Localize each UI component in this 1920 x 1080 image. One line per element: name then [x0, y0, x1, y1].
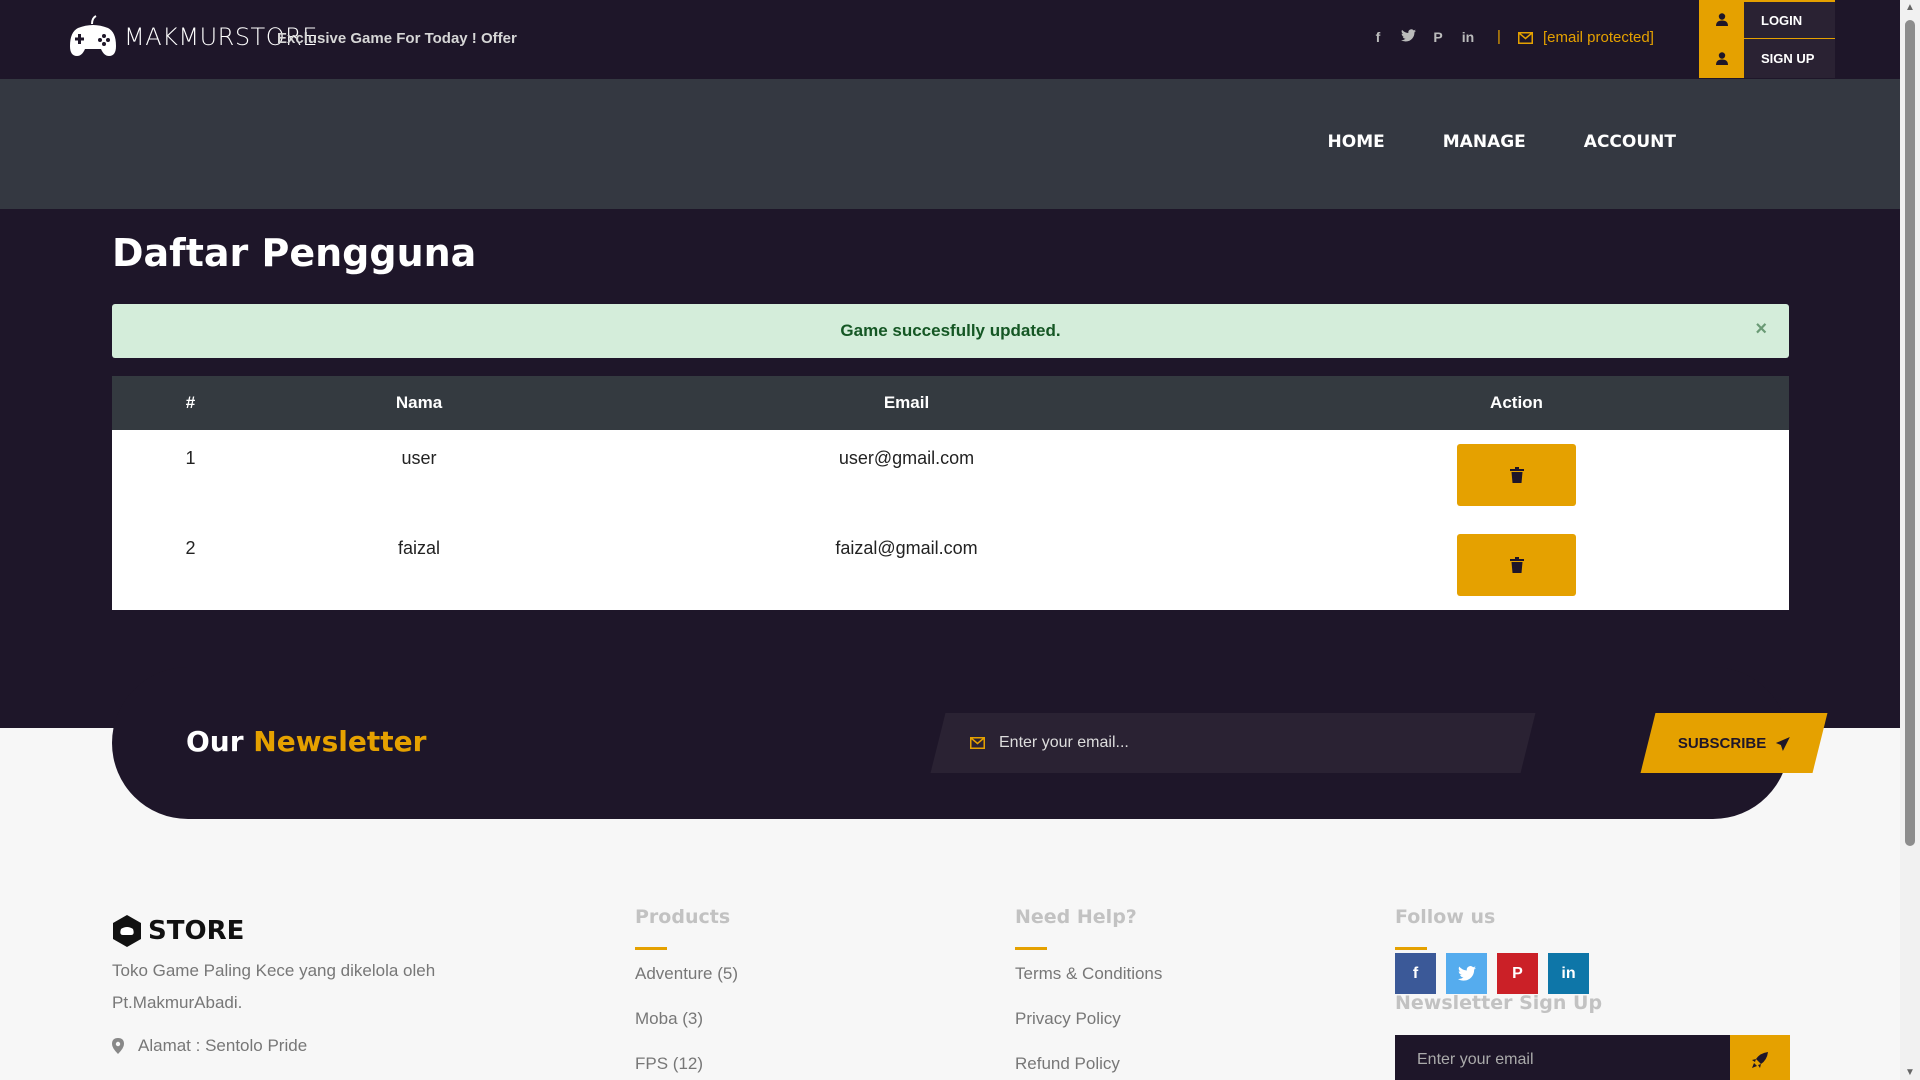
- auth-links: LOGIN SIGN UP: [1699, 0, 1835, 79]
- footer-address: Alamat : Sentolo Pride: [112, 1036, 307, 1056]
- row-nama: faizal: [397, 538, 441, 558]
- footer-help: Need Help? Terms & Conditions Privacy Po…: [1015, 906, 1162, 1080]
- tagline: Exclusive Game For Today ! Offer: [277, 30, 517, 47]
- divider: [1015, 947, 1047, 950]
- header-email: Email: [883, 393, 930, 412]
- footer-products-title: Products: [635, 906, 731, 928]
- subscribe-button[interactable]: SUBSCRIBE: [1640, 713, 1828, 773]
- newsletter-form: SUBSCRIBE: [930, 713, 1828, 773]
- footer-link-privacy[interactable]: Privacy Policy: [1015, 1009, 1162, 1054]
- twitter-icon[interactable]: [1446, 953, 1487, 994]
- linkedin-icon[interactable]: in: [1548, 953, 1589, 994]
- header-nama: Nama: [395, 393, 443, 412]
- footer-link-moba[interactable]: Moba (3): [635, 1009, 738, 1054]
- newsletter-email-input[interactable]: [999, 734, 1459, 752]
- footer-logo[interactable]: STORE: [112, 915, 244, 947]
- footer-address-text: Alamat : Sentolo Pride: [138, 1036, 308, 1055]
- newsletter-input-group: [970, 713, 1510, 773]
- footer-link-refund[interactable]: Refund Policy: [1015, 1054, 1162, 1080]
- map-marker-icon: [112, 1038, 124, 1054]
- user-icon: [1699, 0, 1744, 39]
- login-link[interactable]: LOGIN: [1699, 0, 1835, 39]
- nav-account[interactable]: ACCOUNT: [1584, 132, 1676, 152]
- pinterest-icon[interactable]: P: [1430, 29, 1446, 45]
- alert-message: Game succesfully updated.: [840, 321, 1061, 340]
- twitter-icon[interactable]: [1400, 29, 1416, 45]
- login-label: LOGIN: [1744, 0, 1835, 39]
- close-icon[interactable]: ×: [1755, 318, 1767, 341]
- footer-social-buttons: f P in: [1395, 953, 1589, 994]
- row-number: 1: [185, 448, 196, 468]
- header-separator: |: [1497, 28, 1501, 45]
- user-icon: [1699, 39, 1744, 78]
- header-social-links: f P in: [1370, 29, 1476, 45]
- row-email: user@gmail.com: [838, 448, 975, 468]
- scrollbar-thumb[interactable]: [1905, 20, 1915, 846]
- envelope-icon: [970, 737, 985, 749]
- table-header: # Nama Email Action: [112, 376, 1789, 430]
- rocket-icon: [1752, 1052, 1768, 1068]
- page-title: Daftar Pengguna: [112, 231, 477, 275]
- row-number: 2: [185, 538, 196, 558]
- facebook-icon[interactable]: f: [1370, 29, 1386, 45]
- row-email: faizal@gmail.com: [835, 538, 978, 558]
- subscribe-label: SUBSCRIBE: [1677, 734, 1767, 752]
- footer-description: Toko Game Paling Kece yang dikelola oleh…: [112, 961, 436, 1012]
- divider: [1395, 947, 1427, 950]
- delete-button[interactable]: [1457, 444, 1576, 506]
- footer-link-fps[interactable]: FPS (12): [635, 1054, 738, 1080]
- header-email[interactable]: [email protected]: [1518, 29, 1654, 46]
- page-scrollbar[interactable]: ▲ ▼: [1900, 0, 1920, 1080]
- footer-products: Products Adventure (5) Moba (3) FPS (12): [635, 906, 738, 1080]
- divider: [635, 947, 667, 950]
- footer-newsletter-submit[interactable]: [1730, 1035, 1790, 1080]
- envelope-icon: [1518, 31, 1533, 44]
- newsletter-title-accent: Newsletter: [253, 725, 427, 758]
- row-nama: user: [401, 448, 437, 468]
- nav-manage[interactable]: MANAGE: [1443, 132, 1526, 152]
- signup-label: SIGN UP: [1744, 39, 1835, 78]
- newsletter-section: Our Newsletter SUBSCRIBE: [112, 667, 1828, 819]
- scroll-up-icon[interactable]: ▲: [1905, 2, 1915, 13]
- footer-follow-title: Follow us: [1395, 906, 1496, 928]
- footer-newsletter-title: Newsletter Sign Up: [1395, 992, 1603, 1014]
- top-bar: MAKMURSTORE Exclusive Game For Today ! O…: [0, 0, 1900, 79]
- trash-icon: [1509, 467, 1524, 483]
- newsletter-title: Our Newsletter: [186, 725, 426, 758]
- footer-follow: Follow us: [1395, 906, 1495, 950]
- users-table: # Nama Email Action 1 user user@gmail.co…: [112, 376, 1789, 610]
- footer-newsletter-input[interactable]: [1395, 1035, 1730, 1080]
- newsletter-title-plain: Our: [186, 725, 244, 758]
- footer-help-title: Need Help?: [1015, 906, 1137, 928]
- facebook-icon[interactable]: f: [1395, 953, 1436, 994]
- table-row: 2 faizal faizal@gmail.com: [112, 520, 1789, 610]
- gamepad-icon: [70, 15, 116, 56]
- signup-link[interactable]: SIGN UP: [1699, 39, 1835, 78]
- header-number: #: [185, 393, 196, 412]
- nav-home[interactable]: HOME: [1328, 132, 1385, 152]
- header-action: Action: [1490, 393, 1543, 412]
- paper-plane-icon: [1776, 736, 1791, 750]
- main-content: Daftar Pengguna Game succesfully updated…: [0, 209, 1900, 728]
- footer-logo-text: STORE: [148, 916, 245, 946]
- linkedin-icon[interactable]: in: [1460, 29, 1476, 45]
- delete-button[interactable]: [1457, 534, 1576, 596]
- row-action: [1244, 520, 1789, 610]
- header-email-text: [email protected]: [1543, 29, 1654, 46]
- pinterest-icon[interactable]: P: [1497, 953, 1538, 994]
- row-action: [1244, 430, 1789, 520]
- table-row: 1 user user@gmail.com: [112, 430, 1789, 520]
- success-alert: Game succesfully updated. ×: [112, 304, 1789, 358]
- store-logo-icon: [113, 915, 141, 947]
- main-nav: HOME MANAGE ACCOUNT: [0, 79, 1900, 209]
- footer-link-terms[interactable]: Terms & Conditions: [1015, 964, 1162, 1009]
- footer-link-adventure[interactable]: Adventure (5): [635, 964, 738, 1009]
- scroll-down-icon[interactable]: ▼: [1905, 1067, 1915, 1078]
- trash-icon: [1509, 557, 1524, 573]
